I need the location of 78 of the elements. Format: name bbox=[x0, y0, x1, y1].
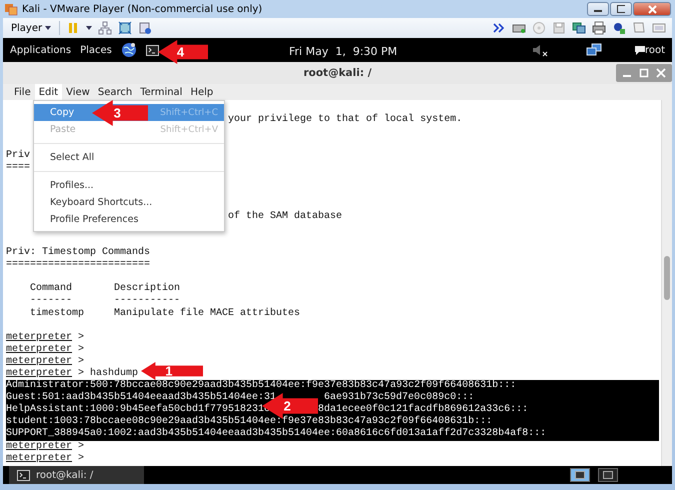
terminal-text: timestomp Manipulate file MACE attributes bbox=[29, 308, 300, 318]
hash-text: SUPPORT_388945a0:1002:aad3b435b51404eeaad3b435b51404ee:60a8616c6fd013a1aff2d7c3328b4af8::: bbox=[6, 428, 546, 441]
prompt-text: meterpreter bbox=[6, 368, 72, 379]
terminal-icon bbox=[17, 470, 30, 480]
menu-item[interactable]: File bbox=[10, 84, 35, 100]
terminal-text: Command Description bbox=[29, 283, 180, 294]
hash-text: Administrator:500:78bccae08c90e29aad3b435b51404ee:f9e37e83b83c47a93c2f09f66408631b::: bbox=[6, 380, 516, 392]
network-icon[interactable] bbox=[586, 43, 602, 57]
maximize-button[interactable] bbox=[610, 2, 632, 16]
network-adapter-icon bbox=[572, 21, 586, 35]
menu-item[interactable]: Edit bbox=[34, 84, 62, 100]
menu-item[interactable]: Profile Preferences bbox=[34, 211, 224, 228]
menu-item[interactable]: Terminal bbox=[136, 84, 186, 100]
hash-text: student:1003:78bccaee08c90e29aad3b435b51404ee:f9e37e83b83c47a93c2f09f66408631b::: bbox=[6, 416, 492, 428]
close-icon bbox=[648, 4, 656, 14]
top-bar-menu[interactable]: Places bbox=[80, 44, 112, 56]
command-text: > bbox=[78, 332, 84, 343]
terminal-title: root@kali: / bbox=[303, 67, 372, 79]
callout-number: 2 bbox=[284, 398, 291, 414]
close-button[interactable] bbox=[633, 2, 671, 16]
terminal-text: your privilege to that of local system. bbox=[228, 114, 462, 125]
caret-icon bbox=[45, 26, 52, 30]
scrollbar[interactable] bbox=[661, 100, 672, 466]
hash-text: HelpAssistant:1000:9b45eefa50cbd1f779518231c bbox=[6, 404, 270, 416]
menu-item[interactable]: Help bbox=[186, 84, 218, 100]
top-bar-menu[interactable]: Applications bbox=[10, 44, 72, 56]
callout-number: 4 bbox=[176, 44, 184, 60]
hash-text: 6ae931b73c59d7e0c089c0::: bbox=[324, 392, 474, 404]
minimize-button[interactable] bbox=[587, 2, 609, 16]
cd-icon bbox=[532, 21, 546, 35]
double-chevron-icon bbox=[492, 21, 506, 35]
hash-text: 8da1ecee0f0c121facdfb869612a33c6::: bbox=[318, 404, 528, 416]
menu-item[interactable]: View bbox=[62, 84, 94, 100]
prompt-text: meterpreter bbox=[6, 440, 72, 452]
caret-icon bbox=[86, 26, 92, 30]
command-text: > hashdump bbox=[78, 368, 138, 379]
maximize-icon bbox=[617, 5, 625, 13]
command-text: > bbox=[78, 440, 84, 452]
fullscreen-icon bbox=[118, 21, 132, 35]
command-text: > bbox=[78, 356, 84, 367]
prompt-text: meterpreter bbox=[6, 344, 72, 355]
clock[interactable]: Fri May 1, 9:30 PM bbox=[289, 45, 398, 58]
command-text: > bbox=[78, 344, 84, 355]
hash-text: Guest:501:aad3b435b51404eeaad3b435b51404ee:31 bbox=[6, 392, 276, 404]
user-name[interactable]: root bbox=[644, 44, 665, 56]
muted-speaker-icon[interactable] bbox=[532, 43, 548, 57]
workspace-button[interactable] bbox=[570, 468, 590, 482]
network-icon bbox=[98, 21, 112, 35]
floppy-icon bbox=[552, 21, 566, 35]
globe-icon[interactable] bbox=[120, 42, 137, 58]
terminal-icon[interactable] bbox=[146, 44, 159, 56]
terminal-text: Priv: Timestomp Commands bbox=[6, 247, 150, 258]
prompt-text: meterpreter bbox=[6, 452, 72, 464]
window-icon bbox=[575, 471, 585, 479]
callout-number: 1 bbox=[165, 364, 172, 378]
taskbar-button[interactable]: root@kali: / bbox=[9, 466, 144, 484]
command-text: > bbox=[78, 452, 84, 464]
terminal-text: ==== bbox=[6, 162, 30, 174]
workspace-button[interactable] bbox=[598, 468, 618, 482]
menu-item[interactable]: Select All bbox=[34, 149, 224, 166]
chat-icon[interactable] bbox=[634, 44, 646, 56]
prompt-text: meterpreter bbox=[6, 332, 72, 343]
player-menu[interactable]: Player bbox=[9, 22, 54, 34]
terminal-text: ======================== bbox=[6, 259, 150, 270]
callout-number: 3 bbox=[114, 106, 121, 120]
terminal-text: Priv bbox=[6, 150, 30, 162]
menu-item[interactable]: Search bbox=[94, 84, 136, 100]
prompt-text: meterpreter bbox=[6, 356, 72, 367]
callout-arrow bbox=[141, 362, 203, 380]
callout-arrow bbox=[158, 40, 208, 64]
window-title: Kali - VMware Player (Non-commercial use only) bbox=[22, 4, 262, 14]
menu-item[interactable]: Profiles... bbox=[34, 177, 224, 194]
printer-icon bbox=[592, 21, 606, 35]
menu-item[interactable]: Keyboard Shortcuts... bbox=[34, 194, 224, 211]
screen-icon bbox=[652, 21, 666, 35]
window-icon bbox=[603, 471, 613, 479]
terminal-text: ------- ----------- bbox=[29, 295, 180, 306]
terminal-text: of the SAM database bbox=[228, 210, 342, 222]
